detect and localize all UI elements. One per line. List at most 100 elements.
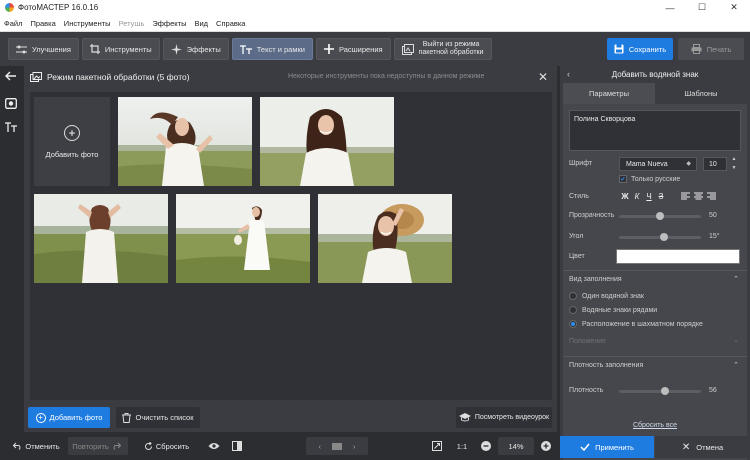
back-chevron-icon[interactable]: ‹ <box>567 69 570 79</box>
align-left-icon[interactable] <box>679 191 692 201</box>
menu-file[interactable]: Файл <box>4 19 22 28</box>
position-section: Положение ⌄ <box>563 332 747 350</box>
redo-button: Повторить <box>68 437 128 455</box>
photo-thumbnail-4[interactable] <box>176 194 310 283</box>
close-window-button[interactable]: ✕ <box>718 0 750 15</box>
font-size-input[interactable]: 10 <box>703 157 727 171</box>
align-center-icon[interactable] <box>692 191 705 201</box>
menu-help[interactable]: Справка <box>216 19 245 28</box>
photo-thumbnail-2[interactable] <box>260 97 394 186</box>
fill-type-title: Вид заполнения <box>569 276 622 283</box>
back-arrow-icon[interactable] <box>4 69 18 83</box>
underline-button[interactable]: Ч <box>643 191 655 201</box>
actual-size-button[interactable]: 1:1 <box>452 437 472 455</box>
close-batch-icon[interactable]: ✕ <box>536 70 550 84</box>
tab-effects[interactable]: Эффекты <box>162 38 229 60</box>
only-russian-checkbox[interactable]: ✔ Только русские <box>619 175 680 183</box>
chevron-up-icon: ⌃ <box>733 362 739 369</box>
transparency-slider[interactable] <box>619 212 701 220</box>
menu-view[interactable]: Вид <box>194 19 208 28</box>
cancel-button[interactable]: ✕ Отмена <box>655 436 750 458</box>
title-bar: ФотоМАСТЕР 16.0.16 — ☐ ✕ <box>0 0 750 15</box>
clear-list-button[interactable]: Очистить список <box>116 407 200 428</box>
add-photo-tile[interactable]: + Добавить фото <box>34 97 110 186</box>
minimize-button[interactable]: — <box>654 0 686 15</box>
reset-label: Сбросить <box>155 441 190 451</box>
chevron-up-icon: ⌃ <box>733 276 739 283</box>
exit-batch-mode-button[interactable]: Выйти из режима пакетной обработки <box>393 38 492 60</box>
fill-option-single[interactable]: Один водяной знак <box>569 292 644 300</box>
watermark-image-icon[interactable] <box>4 96 18 110</box>
tab-templates[interactable]: Шаблоны <box>655 83 747 104</box>
fill-option-rows-label: Водяные знаки рядами <box>582 306 658 314</box>
reset-button[interactable]: Сбросить <box>138 437 192 455</box>
text-align-buttons <box>679 191 718 201</box>
menu-effects[interactable]: Эффекты <box>152 19 186 28</box>
italic-button[interactable]: К <box>631 191 643 201</box>
strikethrough-button[interactable]: З <box>655 191 667 201</box>
print-button[interactable]: Печать <box>678 38 744 60</box>
angle-value: 15° <box>709 233 720 240</box>
tab-parameters[interactable]: Параметры <box>563 83 655 104</box>
menu-edit[interactable]: Правка <box>30 19 55 28</box>
batch-mode-title: Режим пакетной обработки (5 фото) <box>47 72 190 82</box>
tab-text-frames-label: Текст и рамки <box>256 44 305 54</box>
menu-retouch: Ретушь <box>118 18 145 28</box>
density-slider[interactable] <box>619 387 701 395</box>
crop-icon <box>89 44 100 54</box>
next-photo-icon[interactable]: › <box>353 442 356 451</box>
reset-all-link[interactable]: Сбросить все <box>563 422 747 429</box>
maximize-button[interactable]: ☐ <box>686 0 718 15</box>
photo-thumbnail-1[interactable] <box>118 97 252 186</box>
watermark-text-input[interactable]: Полина Скворцова <box>569 110 741 151</box>
tab-extensions[interactable]: Расширения <box>315 38 391 60</box>
font-select[interactable]: Mama Nueva ◆ <box>619 157 697 171</box>
menu-tools[interactable]: Инструменты <box>64 19 111 28</box>
tab-tools[interactable]: Инструменты <box>81 38 160 60</box>
photo-thumbnail-5[interactable] <box>318 194 452 283</box>
fill-option-checkerboard-label: Расположение в шахматном порядке <box>582 320 703 328</box>
align-right-icon[interactable] <box>705 191 718 201</box>
fill-option-single-label: Один водяной знак <box>582 292 644 300</box>
add-photo-button-label: Добавить фото <box>49 413 103 422</box>
prev-photo-icon[interactable]: ‹ <box>319 442 322 451</box>
color-picker-swatch[interactable] <box>616 249 740 264</box>
density-title: Плотность заполнения <box>569 362 644 369</box>
undo-button[interactable]: Отменить <box>8 437 62 455</box>
transparency-slider-knob[interactable] <box>656 212 664 220</box>
menu-bar: Файл Правка Инструменты Ретушь Эффекты В… <box>0 15 750 32</box>
size-up-icon[interactable]: ▲ <box>729 156 739 162</box>
apply-button[interactable]: Применить <box>560 436 654 458</box>
save-button[interactable]: Сохранить <box>607 38 673 60</box>
fit-screen-icon[interactable] <box>428 437 446 455</box>
watermark-parameters-body: Полина Скворцова Шрифт Mama Nueva ◆ 10 ▲… <box>563 104 747 460</box>
photo-thumbnail-3[interactable] <box>34 194 168 283</box>
checkmark-icon <box>580 443 590 451</box>
filmstrip-icon[interactable] <box>332 442 342 450</box>
text-icon <box>239 44 252 54</box>
tab-text-frames[interactable]: Текст и рамки <box>231 38 313 60</box>
density-slider-knob[interactable] <box>660 387 669 395</box>
bold-button[interactable]: Ж <box>619 191 631 201</box>
sliders-icon <box>16 45 27 53</box>
zoom-out-icon[interactable] <box>478 437 494 455</box>
size-down-icon[interactable]: ▼ <box>729 165 739 171</box>
tab-tools-label: Инструменты <box>104 44 152 54</box>
compare-icon[interactable] <box>228 437 246 455</box>
fill-option-checkerboard[interactable]: Расположение в шахматном порядке <box>569 320 703 328</box>
angle-slider[interactable] <box>619 233 701 241</box>
text-style-buttons: Ж К Ч З <box>619 191 667 201</box>
sparkle-icon <box>170 43 182 55</box>
tab-enhancements[interactable]: Улучшения <box>8 38 79 60</box>
text-tool-icon[interactable] <box>4 120 18 134</box>
fill-option-rows[interactable]: Водяные знаки рядами <box>569 306 657 314</box>
watch-video-button[interactable]: Посмотреть видеоурок <box>456 407 552 428</box>
density-section[interactable]: Плотность заполнения ⌃ <box>563 356 747 374</box>
add-photo-button[interactable]: + Добавить фото <box>28 407 110 428</box>
zoom-in-icon[interactable] <box>538 437 554 455</box>
undo-label: Отменить <box>25 441 60 451</box>
angle-slider-knob[interactable] <box>660 233 669 241</box>
fill-type-section[interactable]: Вид заполнения ⌃ <box>563 270 747 288</box>
zoom-level[interactable]: 14% <box>498 437 534 455</box>
preview-eye-icon[interactable] <box>205 437 223 455</box>
